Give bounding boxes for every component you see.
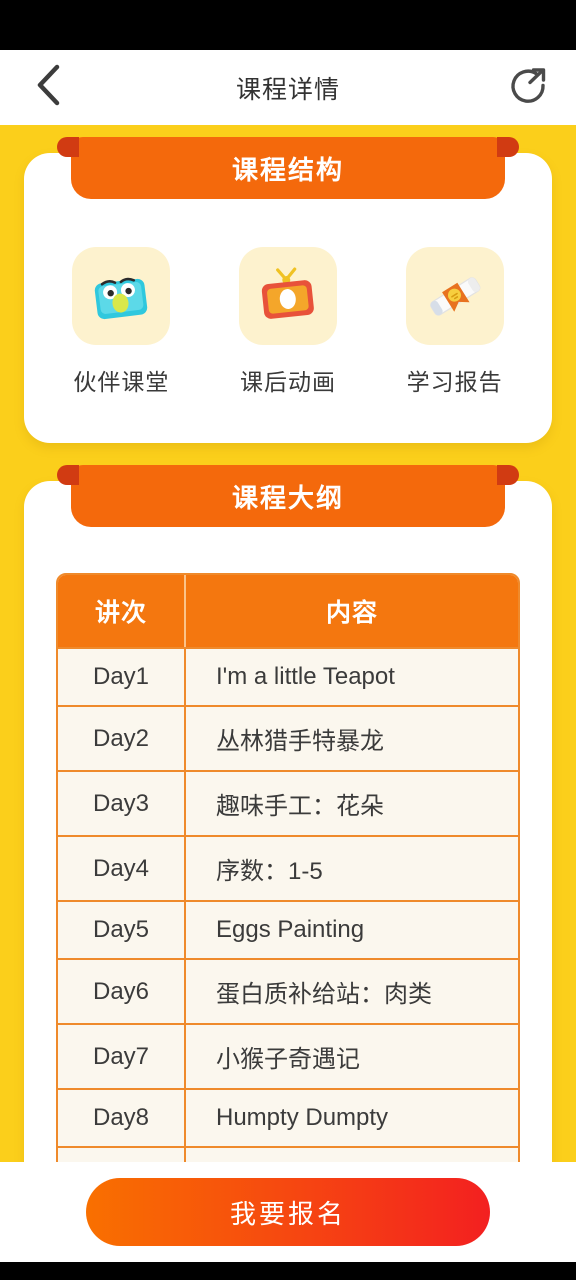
course-outline-title: 课程大纲 — [231, 482, 344, 513]
table-row[interactable]: Day8 Humpty Dumpty — [58, 1090, 518, 1148]
structure-item-animation[interactable]: 课后动画 — [213, 247, 363, 397]
cell-lecture: Day6 — [58, 960, 186, 1023]
table-header-row: 讲次 内容 — [58, 575, 518, 649]
structure-item-report[interactable]: 学习报告 — [380, 247, 530, 397]
cell-content: 丛林猎手特暴龙 — [186, 707, 518, 770]
chevron-left-icon — [35, 64, 61, 111]
structure-item-label: 伙伴课堂 — [73, 369, 170, 395]
cta-bar: 我要报名 — [0, 1162, 576, 1262]
status-bar-bottom — [0, 1262, 576, 1280]
table-row[interactable]: Day9 爱迁徙的厚鼻龙 — [58, 1148, 518, 1162]
table-row[interactable]: Day5 Eggs Painting — [58, 902, 518, 960]
cell-lecture: Day8 — [58, 1090, 186, 1146]
cell-lecture: Day4 — [58, 837, 186, 900]
course-structure-card: 课程结构 伙伴课堂 课后动画 学习报告 — [24, 137, 552, 443]
share-button[interactable] — [502, 62, 554, 114]
course-outline-ribbon: 课程大纲 — [57, 465, 519, 527]
scroll-content[interactable]: 课程结构 伙伴课堂 课后动画 学习报告 课程大纲 讲次 内容 Day1 I'm … — [0, 125, 576, 1162]
enroll-button[interactable]: 我要报名 — [86, 1178, 490, 1246]
cell-content: 小猴子奇遇记 — [186, 1025, 518, 1088]
share-icon — [507, 64, 549, 111]
cell-lecture: Day5 — [58, 902, 186, 958]
table-row[interactable]: Day2 丛林猎手特暴龙 — [58, 707, 518, 772]
column-header-content: 内容 — [325, 599, 378, 627]
cell-lecture: Day3 — [58, 772, 186, 835]
cell-lecture: Day9 — [58, 1148, 186, 1162]
navigation-bar: 课程详情 — [0, 50, 576, 125]
table-row[interactable]: Day4 序数：1-5 — [58, 837, 518, 902]
table-row[interactable]: Day3 趣味手工：花朵 — [58, 772, 518, 837]
structure-item-classroom[interactable]: 伙伴课堂 — [46, 247, 196, 397]
cell-lecture: Day1 — [58, 649, 186, 705]
page-title: 课程详情 — [235, 75, 340, 104]
cell-content: 序数：1-5 — [186, 837, 518, 900]
cell-lecture: Day7 — [58, 1025, 186, 1088]
cell-lecture: Day2 — [58, 707, 186, 770]
course-structure-ribbon: 课程结构 — [57, 137, 519, 199]
table-row[interactable]: Day1 I'm a little Teapot — [58, 649, 518, 707]
course-structure-title: 课程结构 — [231, 154, 344, 185]
diploma-scroll-icon — [405, 247, 504, 345]
course-outline-card: 课程大纲 讲次 内容 Day1 I'm a little Teapot Day2… — [24, 465, 552, 1162]
table-row[interactable]: Day7 小猴子奇遇记 — [58, 1025, 518, 1090]
status-bar-top — [0, 0, 576, 50]
column-header-lecture: 讲次 — [58, 575, 186, 647]
cell-content: 爱迁徙的厚鼻龙 — [186, 1148, 518, 1162]
cell-content: Eggs Painting — [186, 902, 518, 958]
retro-tv-play-icon — [238, 247, 337, 345]
structure-item-label: 学习报告 — [406, 369, 503, 395]
cell-content: Humpty Dumpty — [186, 1090, 518, 1146]
cell-content: 趣味手工：花朵 — [186, 772, 518, 835]
phone-screen: 课程详情 课程结构 伙伴课堂 课后动画 学习报告 课程大纲 讲次 内容 Day1… — [0, 0, 576, 1280]
table-row[interactable]: Day6 蛋白质补给站：肉类 — [58, 960, 518, 1025]
back-button[interactable] — [22, 62, 74, 114]
structure-item-label: 课后动画 — [239, 369, 336, 395]
cell-content: I'm a little Teapot — [186, 649, 518, 705]
cell-content: 蛋白质补给站：肉类 — [186, 960, 518, 1023]
course-outline-table: 讲次 内容 Day1 I'm a little Teapot Day2 丛林猎手… — [56, 573, 520, 1162]
tablet-face-icon — [72, 247, 171, 345]
course-structure-items: 伙伴课堂 课后动画 学习报告 — [24, 209, 552, 443]
